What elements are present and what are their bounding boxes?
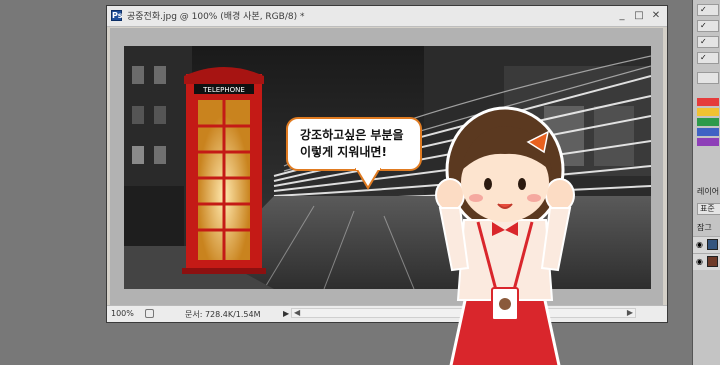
- eye-icon[interactable]: ◉: [696, 240, 703, 249]
- check-icon: ✓: [700, 5, 707, 14]
- photoshop-app-icon: Ps: [111, 10, 123, 21]
- document-titlebar[interactable]: Ps 공중전화.jpg @ 100% (배경 사본, RGB/8) * _ □ …: [107, 6, 667, 27]
- check-icon: ✓: [700, 21, 707, 30]
- zoom-field[interactable]: 100%: [111, 309, 134, 318]
- color-swatch[interactable]: [697, 138, 719, 146]
- speech-bubble: 강조하고싶은 부분을 이렇게 지워내면!: [286, 117, 422, 171]
- telephone-booth: TELEPHONE: [182, 67, 266, 274]
- window-controls: _ □ ✕: [615, 9, 663, 22]
- check-icon: ✓: [700, 37, 707, 46]
- svg-text:TELEPHONE: TELEPHONE: [202, 86, 245, 94]
- speech-bubble-tail: [354, 168, 382, 190]
- scroll-left-icon[interactable]: ◀: [294, 308, 300, 317]
- layer-row[interactable]: ◉: [693, 236, 720, 253]
- color-swatch[interactable]: [697, 118, 719, 126]
- panel-option-5[interactable]: [697, 72, 719, 84]
- eye-icon[interactable]: ◉: [696, 257, 703, 266]
- photoshop-workspace: Ps 공중전화.jpg @ 100% (배경 사본, RGB/8) * _ □ …: [0, 0, 720, 365]
- minimize-icon[interactable]: _: [615, 9, 629, 22]
- status-menu-icon[interactable]: [145, 309, 154, 318]
- layers-tab[interactable]: 레이어: [697, 186, 719, 197]
- color-swatch[interactable]: [697, 98, 719, 106]
- close-icon[interactable]: ✕: [649, 9, 663, 22]
- status-arrow-icon[interactable]: ▶: [283, 309, 289, 318]
- speech-line-1: 강조하고싶은 부분을: [300, 128, 404, 142]
- layer-thumbnail: [707, 256, 718, 267]
- document-title: 공중전화.jpg @ 100% (배경 사본, RGB/8) *: [127, 12, 305, 22]
- color-swatch[interactable]: [697, 108, 719, 116]
- panel-option-1[interactable]: ✓: [697, 4, 719, 16]
- panel-option-3[interactable]: ✓: [697, 36, 719, 48]
- speech-line-2: 이렇게 지워내면!: [300, 145, 387, 159]
- scroll-right-icon[interactable]: ▶: [627, 308, 633, 317]
- color-swatch[interactable]: [697, 128, 719, 136]
- speech-bubble-text: 강조하고싶은 부분을 이렇게 지워내면!: [300, 127, 418, 161]
- lock-label: 잠그: [697, 223, 712, 232]
- panel-option-2[interactable]: ✓: [697, 20, 719, 32]
- right-panels: ✓ ✓ ✓ ✓ 레이어 표준 잠그 ◉ ◉: [692, 0, 720, 365]
- blend-mode-select[interactable]: 표준: [697, 203, 720, 215]
- panel-option-4[interactable]: ✓: [697, 52, 719, 64]
- layer-thumbnail: [707, 239, 718, 250]
- maximize-icon[interactable]: □: [632, 9, 646, 22]
- check-icon: ✓: [700, 53, 707, 62]
- layer-row[interactable]: ◉: [693, 253, 720, 270]
- cartoon-character: [435, 106, 575, 365]
- document-size: 문서: 728.4K/1.54M: [185, 310, 261, 319]
